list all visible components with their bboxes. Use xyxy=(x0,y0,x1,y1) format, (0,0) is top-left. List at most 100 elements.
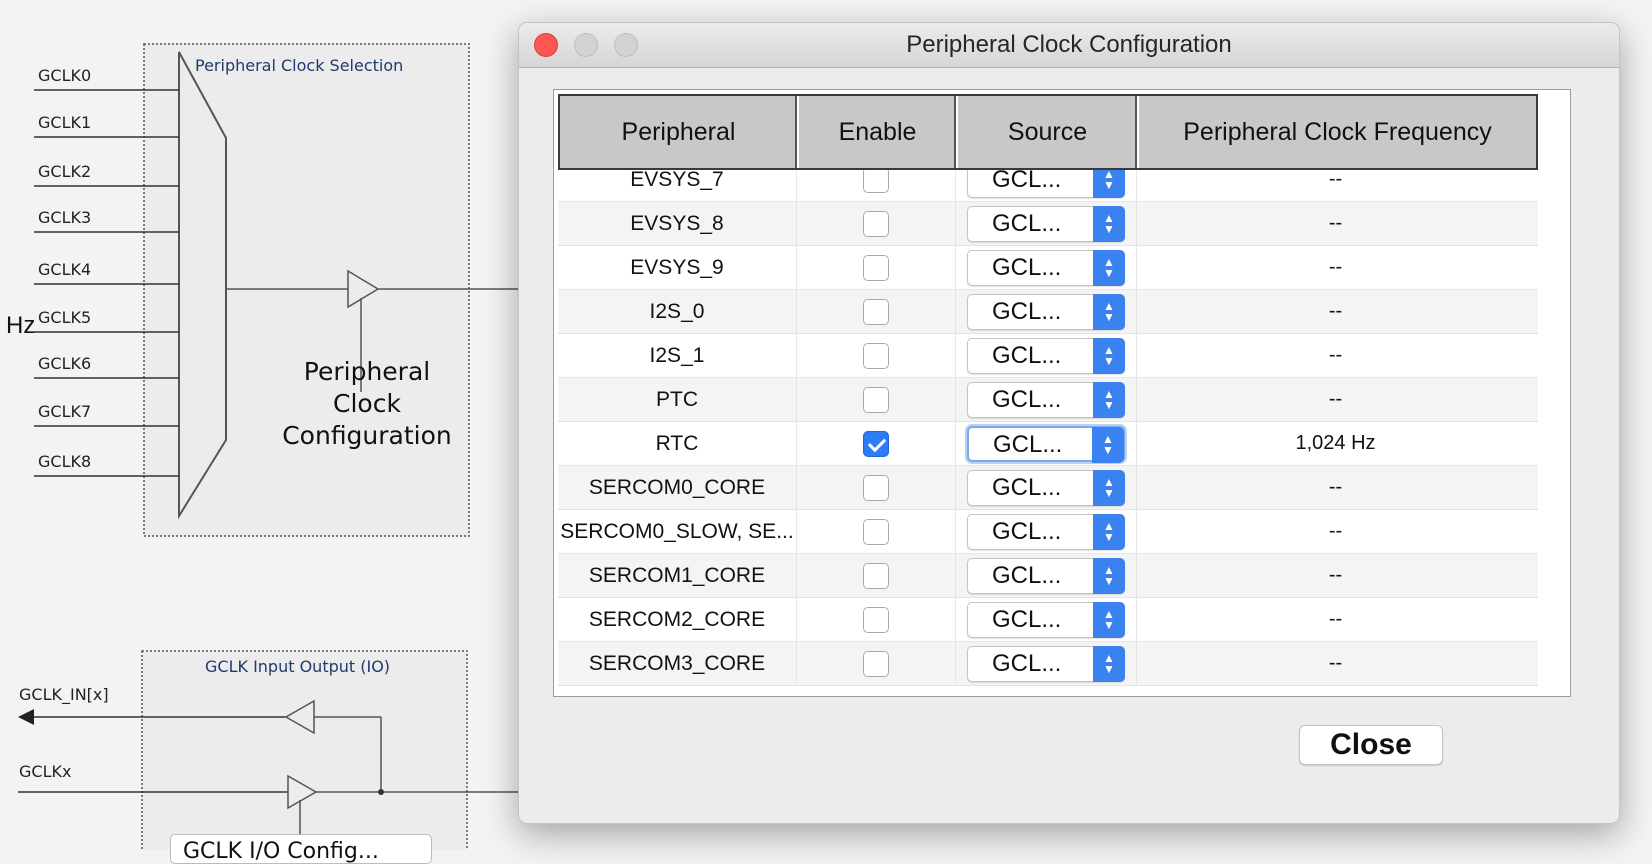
source-select[interactable]: GCL... ▲ ▼ xyxy=(967,205,1125,242)
enable-checkbox[interactable] xyxy=(863,386,889,413)
enable-checkbox[interactable] xyxy=(863,562,889,589)
table-row[interactable]: I2S_1 GCL... ▲ ▼ -- xyxy=(558,334,1538,378)
window-zoom-icon[interactable] xyxy=(614,33,638,57)
table-rows: EVSYS_7 GCL... ▲ ▼ -- EVSYS_8 GCL... ▲ ▼ -… xyxy=(558,170,1538,686)
column-header-frequency[interactable]: Peripheral Clock Frequency xyxy=(1139,96,1536,168)
source-select-value: GCL... xyxy=(992,209,1062,237)
source-cell: GCL... ▲ ▼ xyxy=(956,290,1137,333)
source-select[interactable]: GCL... ▲ ▼ xyxy=(967,557,1125,594)
column-header-peripheral[interactable]: Peripheral xyxy=(560,96,799,168)
frequency-value: 1,024 Hz xyxy=(1295,432,1376,454)
enable-checkbox[interactable] xyxy=(863,518,889,545)
source-cell: GCL... ▲ ▼ xyxy=(956,170,1137,201)
peripheral-name: SERCOM2_CORE xyxy=(558,598,797,641)
dialog-titlebar: Peripheral Clock Configuration xyxy=(519,23,1619,68)
source-select-value: GCL... xyxy=(992,385,1062,413)
enable-checkbox[interactable] xyxy=(863,170,889,193)
source-select-value: GCL... xyxy=(992,341,1062,369)
table-row[interactable]: RTC GCL... ▲ ▼ 1,024 Hz xyxy=(558,422,1538,466)
table-row[interactable]: SERCOM0_SLOW, SE... GCL... ▲ ▼ -- xyxy=(558,510,1538,554)
peripheral-name: PTC xyxy=(558,378,797,421)
select-arrows-icon: ▲ ▼ xyxy=(1093,337,1125,374)
gclk-io-config-button[interactable]: GCLK I/O Config... xyxy=(170,834,432,864)
source-cell: GCL... ▲ ▼ xyxy=(956,422,1137,465)
frequency-value: -- xyxy=(1328,300,1343,322)
gclk1-label: GCLK1 xyxy=(38,113,92,132)
enable-cell xyxy=(797,290,956,333)
source-select[interactable]: GCL... ▲ ▼ xyxy=(967,249,1125,286)
source-select[interactable]: GCL... ▲ ▼ xyxy=(967,381,1125,418)
enable-checkbox[interactable] xyxy=(863,650,889,677)
frequency-value: -- xyxy=(1328,476,1343,498)
source-cell: GCL... ▲ ▼ xyxy=(956,378,1137,421)
enable-checkbox[interactable] xyxy=(863,210,889,237)
gclk2-label: GCLK2 xyxy=(38,162,92,181)
select-arrows-icon: ▲ ▼ xyxy=(1093,469,1125,506)
window-close-icon[interactable] xyxy=(534,33,558,57)
source-select-value: GCL... xyxy=(992,605,1062,633)
table-row[interactable]: PTC GCL... ▲ ▼ -- xyxy=(558,378,1538,422)
close-button[interactable]: Close xyxy=(1299,725,1443,765)
source-select[interactable]: GCL... ▲ ▼ xyxy=(967,425,1125,463)
gclk3-label: GCLK3 xyxy=(38,208,92,227)
peripheral-name: SERCOM1_CORE xyxy=(558,554,797,597)
gclk6-label: GCLK6 xyxy=(38,354,92,373)
frequency-value: -- xyxy=(1328,344,1343,366)
frequency-value: -- xyxy=(1328,388,1343,410)
peripheral-name: I2S_1 xyxy=(558,334,797,377)
frequency-value: -- xyxy=(1328,564,1343,586)
source-cell: GCL... ▲ ▼ xyxy=(956,598,1137,641)
select-arrows-icon: ▲ ▼ xyxy=(1093,205,1125,242)
enable-cell xyxy=(797,466,956,509)
gclk0-label: GCLK0 xyxy=(38,66,92,85)
frequency-value: -- xyxy=(1328,652,1343,674)
source-select-value: GCL... xyxy=(992,649,1062,677)
enable-cell xyxy=(797,554,956,597)
in-arrow xyxy=(18,709,34,725)
select-arrows-icon: ▲ ▼ xyxy=(1092,426,1124,463)
peripheral-name: EVSYS_7 xyxy=(558,170,797,201)
table-row[interactable]: EVSYS_9 GCL... ▲ ▼ -- xyxy=(558,246,1538,290)
peripheral-table: Peripheral Enable Source Peripheral Cloc… xyxy=(553,89,1571,697)
table-row[interactable]: EVSYS_7 GCL... ▲ ▼ -- xyxy=(558,170,1538,202)
source-select[interactable]: GCL... ▲ ▼ xyxy=(967,337,1125,374)
column-header-enable[interactable]: Enable xyxy=(799,96,958,168)
source-select[interactable]: GCL... ▲ ▼ xyxy=(967,645,1125,682)
source-select[interactable]: GCL... ▲ ▼ xyxy=(967,601,1125,638)
gclk5-label: GCLK5 xyxy=(38,308,92,327)
source-cell: GCL... ▲ ▼ xyxy=(956,334,1137,377)
source-select[interactable]: GCL... ▲ ▼ xyxy=(967,469,1125,506)
enable-checkbox[interactable] xyxy=(863,474,889,501)
config-label-line3: Configuration xyxy=(282,421,452,450)
enable-checkbox[interactable] xyxy=(863,254,889,281)
table-row[interactable]: EVSYS_8 GCL... ▲ ▼ -- xyxy=(558,202,1538,246)
window-minimize-icon[interactable] xyxy=(574,33,598,57)
table-row[interactable]: SERCOM1_CORE GCL... ▲ ▼ -- xyxy=(558,554,1538,598)
gclkx-label: GCLKx xyxy=(19,762,72,781)
enable-checkbox[interactable] xyxy=(863,342,889,369)
source-select-value: GCL... xyxy=(992,297,1062,325)
select-arrows-icon: ▲ ▼ xyxy=(1093,645,1125,682)
select-arrows-icon: ▲ ▼ xyxy=(1093,293,1125,330)
enable-checkbox[interactable] xyxy=(863,298,889,325)
table-row[interactable]: SERCOM2_CORE GCL... ▲ ▼ -- xyxy=(558,598,1538,642)
enable-cell xyxy=(797,378,956,421)
source-select-value: GCL... xyxy=(993,430,1063,458)
enable-checkbox[interactable] xyxy=(863,430,889,457)
source-select[interactable]: GCL... ▲ ▼ xyxy=(967,293,1125,330)
enable-cell xyxy=(797,510,956,553)
enable-checkbox[interactable] xyxy=(863,606,889,633)
source-select[interactable]: GCL... ▲ ▼ xyxy=(967,170,1125,198)
frequency-value: -- xyxy=(1328,608,1343,630)
gclk8-label: GCLK8 xyxy=(38,452,92,471)
source-select[interactable]: GCL... ▲ ▼ xyxy=(967,513,1125,550)
table-body: EVSYS_7 GCL... ▲ ▼ -- EVSYS_8 GCL... ▲ ▼ -… xyxy=(558,170,1538,696)
source-select-value: GCL... xyxy=(992,561,1062,589)
column-header-source[interactable]: Source xyxy=(958,96,1139,168)
source-cell: GCL... ▲ ▼ xyxy=(956,246,1137,289)
peripheral-name: SERCOM3_CORE xyxy=(558,642,797,685)
table-row[interactable]: SERCOM3_CORE GCL... ▲ ▼ -- xyxy=(558,642,1538,686)
table-row[interactable]: I2S_0 GCL... ▲ ▼ -- xyxy=(558,290,1538,334)
table-row[interactable]: SERCOM0_CORE GCL... ▲ ▼ -- xyxy=(558,466,1538,510)
source-select-value: GCL... xyxy=(992,253,1062,281)
